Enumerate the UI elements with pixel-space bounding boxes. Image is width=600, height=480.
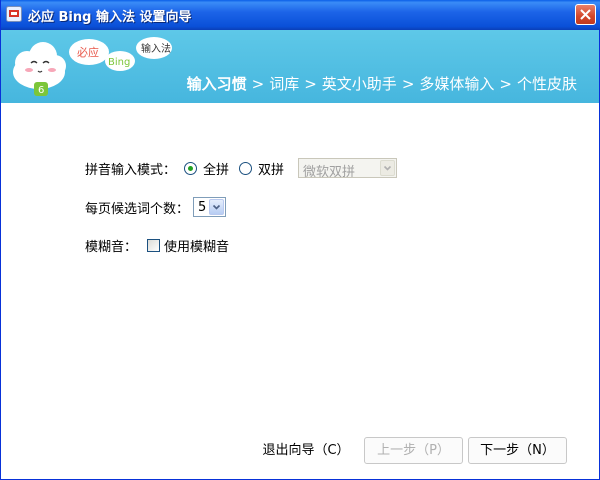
candidates-row: 每页候选词个数： 5	[85, 197, 227, 217]
app-icon	[6, 6, 22, 22]
step-english-helper: 英文小助手	[321, 75, 397, 93]
pinyin-mode-row: 拼音输入模式： 全拼 双拼 微软双拼	[85, 158, 398, 180]
candidates-count-select[interactable]: 5	[193, 197, 227, 217]
next-step-button[interactable]: 下一步（N）	[468, 437, 567, 464]
step-separator: >	[499, 75, 512, 93]
svg-text:输入法: 输入法	[141, 42, 171, 55]
fuzzy-checkbox-label[interactable]: 使用模糊音	[164, 236, 229, 255]
window-title: 必应 Bing 输入法 设置向导	[28, 10, 192, 25]
title-bar[interactable]: 必应 Bing 输入法 设置向导	[1, 0, 600, 30]
cloud-mascot-icon: 6	[13, 42, 66, 96]
svg-text:必应: 必应	[77, 45, 99, 59]
wizard-banner: 6 必应 Bing 输入法 输入习惯 > 词库 > 英文小助手 > 多媒体输入 > 个性皮肤	[1, 30, 599, 103]
double-pinyin-radio[interactable]	[239, 161, 253, 175]
step-personal-skin: 个性皮肤	[516, 75, 577, 93]
setup-wizard-window: 必应 Bing 输入法 设置向导 6 必应 Bing 输入法 输入习惯 > 词库…	[0, 0, 600, 480]
svg-text:6: 6	[38, 85, 44, 96]
fuzzy-label: 模糊音：	[85, 240, 138, 255]
candidates-count-value: 5	[198, 200, 207, 215]
logo-bubble-1: 必应	[69, 39, 109, 65]
double-scheme-select[interactable]: 微软双拼	[298, 158, 398, 180]
full-pinyin-label[interactable]: 全拼	[203, 159, 229, 178]
step-input-habits: 输入习惯	[186, 75, 247, 93]
exit-wizard-button[interactable]: 退出向导（C）	[258, 437, 354, 464]
logo-bubble-3: 输入法	[136, 37, 172, 59]
previous-step-button[interactable]: 上一步（P）	[364, 437, 463, 464]
chevron-down-icon	[212, 204, 221, 210]
svg-text:Bing: Bing	[108, 57, 130, 68]
double-pinyin-label[interactable]: 双拼	[258, 159, 284, 178]
full-pinyin-radio[interactable]	[184, 161, 198, 175]
step-separator: >	[251, 75, 265, 93]
logo-bubble-2: Bing	[105, 51, 135, 71]
chevron-down-icon	[383, 165, 392, 171]
wizard-steps: 输入习惯 > 词库 > 英文小助手 > 多媒体输入 > 个性皮肤	[187, 73, 577, 94]
bing-cloud-logo: 6 必应 Bing 输入法	[13, 37, 172, 96]
dropdown-arrow-button[interactable]	[380, 160, 396, 176]
dropdown-arrow-button[interactable]	[209, 199, 225, 215]
step-separator: >	[401, 75, 415, 93]
pinyin-mode-label: 拼音输入模式：	[85, 162, 177, 178]
double-scheme-value: 微软双拼	[303, 165, 356, 180]
close-icon	[580, 9, 591, 20]
step-separator: >	[304, 75, 317, 93]
candidates-label: 每页候选词个数：	[85, 201, 190, 217]
close-button[interactable]	[575, 4, 596, 25]
fuzzy-checkbox[interactable]	[147, 239, 161, 252]
fuzzy-row: 模糊音： 使用模糊音	[85, 236, 229, 255]
step-dictionary: 词库	[269, 75, 300, 93]
step-multimedia-input: 多媒体输入	[419, 75, 495, 93]
